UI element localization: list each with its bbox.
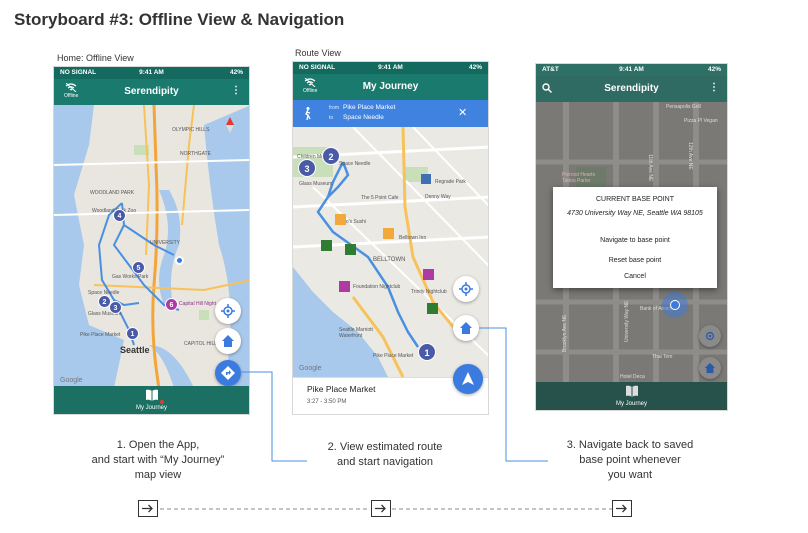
arrow-right-icon	[142, 504, 153, 513]
arrow-right-icon	[616, 504, 627, 513]
step-caption-1: 1. Open the App, and start with “My Jour…	[91, 439, 225, 481]
step-caption-3: 3. Navigate back to saved base point whe…	[566, 439, 694, 481]
arrow-right-icon	[375, 504, 386, 513]
step-arrow-1	[138, 500, 158, 517]
step-arrow-2	[371, 500, 391, 517]
step-caption-2: 2. View estimated route and start naviga…	[327, 441, 443, 468]
step-arrow-3	[612, 500, 632, 517]
